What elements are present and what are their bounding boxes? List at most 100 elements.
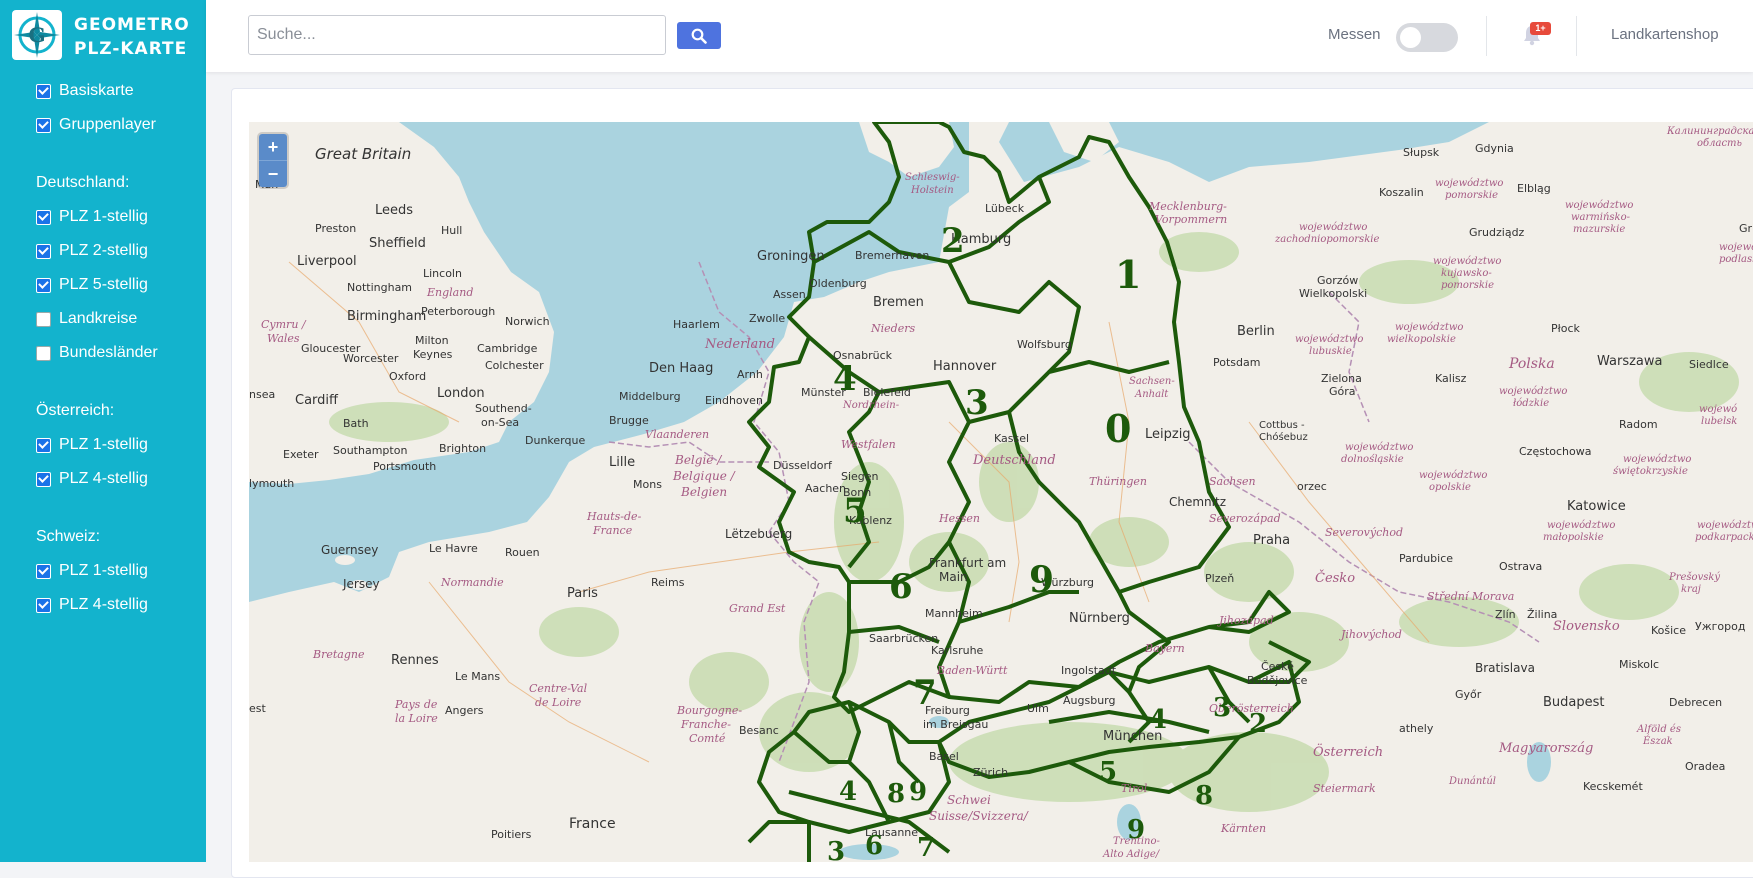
- plz-region-label: 9: [909, 777, 927, 807]
- plz-region-label: 3: [1213, 693, 1231, 723]
- map-label: podlask: [1719, 254, 1753, 265]
- map-label: Leipzig: [1145, 427, 1191, 442]
- checkbox-checked[interactable]: [36, 243, 51, 259]
- map-label: orzec: [1297, 480, 1327, 493]
- map-label: Zlín: [1495, 608, 1516, 621]
- map-label: Anhalt: [1134, 389, 1169, 400]
- map-label: Zielona: [1321, 372, 1362, 385]
- checkbox-checked[interactable]: [36, 117, 51, 133]
- plz-region-label: 8: [1195, 781, 1213, 811]
- map-label: województwo: [1345, 442, 1413, 453]
- map-label: Normandie: [440, 576, 504, 589]
- map-label: lubuskie: [1309, 346, 1352, 357]
- map-label: lymouth: [249, 477, 294, 490]
- map-label: im Breisgau: [923, 718, 988, 731]
- map-label: Észak: [1642, 735, 1673, 747]
- brand[interactable]: G GEOMETRO PLZ-KARTE: [12, 10, 202, 60]
- map-label: Alföld és: [1636, 724, 1681, 735]
- layer-de-plz-2[interactable]: PLZ 2-stellig: [36, 234, 158, 268]
- map-label: Elbląg: [1517, 182, 1551, 195]
- layer-de-landkreise[interactable]: Landkreise: [36, 302, 158, 336]
- checkbox-checked[interactable]: [36, 597, 51, 613]
- checkbox-checked[interactable]: [36, 83, 51, 99]
- map-label: Portsmouth: [373, 460, 436, 473]
- zoom-in-button[interactable]: +: [259, 134, 287, 160]
- toggle-knob: [1400, 27, 1421, 48]
- map-label: Hull: [441, 224, 462, 237]
- layer-label: Gruppenlayer: [59, 116, 156, 133]
- map-label: Góra: [1329, 385, 1356, 398]
- map-label: lubelsk: [1701, 416, 1737, 427]
- checkbox-checked[interactable]: [36, 209, 51, 225]
- checkbox-checked[interactable]: [36, 563, 51, 579]
- map-label: London: [437, 386, 485, 401]
- map-label: Eindhoven: [705, 394, 763, 407]
- map-label: Schwei: [947, 793, 991, 807]
- map-label: Kecskemét: [1583, 780, 1643, 793]
- map-label: Polska: [1508, 356, 1555, 372]
- map-label: zachodniopomorskie: [1274, 234, 1379, 245]
- notification-badge: 1+: [1530, 22, 1551, 35]
- layer-gruppenlayer[interactable]: Gruppenlayer: [36, 108, 158, 142]
- layer-label: Landkreise: [59, 310, 138, 327]
- plz-region-label: 5: [1099, 757, 1117, 787]
- zoom-out-button[interactable]: −: [259, 160, 287, 187]
- map-label: Grand Est: [729, 602, 786, 615]
- search-button[interactable]: [677, 22, 721, 49]
- map-label: Steiermark: [1313, 782, 1376, 795]
- map-label: Калининградская: [1666, 126, 1753, 137]
- map-label: Kassel: [994, 432, 1029, 445]
- map-label: pomorskie: [1445, 190, 1498, 201]
- map-label: Prešovský: [1668, 572, 1720, 583]
- layer-de-plz-5[interactable]: PLZ 5-stellig: [36, 268, 158, 302]
- map-label: Norwich: [505, 315, 550, 328]
- map-label: Besanc: [739, 724, 779, 737]
- plz-region-label: 2: [1249, 709, 1267, 739]
- map-label: Nieders: [870, 322, 915, 335]
- layer-de-bundeslaender[interactable]: Bundesländer: [36, 336, 158, 370]
- map-canvas[interactable]: Great Britain Leeds Preston Hull Sheffie…: [249, 122, 1753, 862]
- map-label: województwo: [1395, 322, 1463, 333]
- layer-label: PLZ 2-stellig: [59, 242, 148, 259]
- map-label: Wolfsburg: [1017, 338, 1072, 351]
- plz-region-label: 9: [1127, 815, 1145, 845]
- layer-at-plz-1[interactable]: PLZ 1-stellig: [36, 428, 158, 462]
- map-label: Vorpommern: [1155, 213, 1227, 226]
- map-label: Mecklenburg-: [1148, 200, 1227, 213]
- brand-title: GEOMETRO PLZ-KARTE: [74, 13, 190, 61]
- map-label: Dunkerque: [525, 434, 585, 447]
- checkbox-checked[interactable]: [36, 277, 51, 293]
- map-label: Sachsen: [1209, 475, 1256, 488]
- map-label: Radom: [1619, 418, 1658, 431]
- map-label: Cardiff: [295, 393, 339, 408]
- layer-de-plz-1[interactable]: PLZ 1-stellig: [36, 200, 158, 234]
- map-label: Ужгород: [1695, 620, 1746, 633]
- layer-at-plz-4[interactable]: PLZ 4-stellig: [36, 462, 158, 496]
- divider: [1576, 16, 1577, 56]
- map-label: Bayern: [1144, 642, 1185, 655]
- checkbox-checked[interactable]: [36, 437, 51, 453]
- layer-basiskarte[interactable]: Basiskarte: [36, 74, 158, 108]
- map-label: Grudziądz: [1469, 226, 1525, 239]
- map-label: Płock: [1551, 322, 1581, 335]
- map-label: France: [592, 524, 633, 537]
- map-label: Zürich: [973, 766, 1008, 779]
- measure-toggle[interactable]: [1396, 23, 1458, 52]
- checkbox-checked[interactable]: [36, 471, 51, 487]
- layer-ch-plz-1[interactable]: PLZ 1-stellig: [36, 554, 158, 588]
- map-label: Rennes: [391, 653, 439, 668]
- map-label: Ulm: [1027, 702, 1049, 715]
- plz-region-label: 6: [889, 567, 913, 607]
- map-label: Bourgogne-: [676, 704, 742, 717]
- shop-link[interactable]: Landkartenshop: [1611, 26, 1719, 43]
- map-view[interactable]: Great Britain Leeds Preston Hull Sheffie…: [249, 122, 1753, 862]
- search-input[interactable]: [248, 15, 666, 55]
- map-label: Cymru /: [261, 318, 307, 331]
- plz-region-label: 2: [941, 221, 965, 261]
- checkbox-unchecked[interactable]: [36, 311, 51, 327]
- layer-ch-plz-4[interactable]: PLZ 4-stellig: [36, 588, 158, 622]
- checkbox-unchecked[interactable]: [36, 345, 51, 361]
- map-label: Oxford: [389, 370, 426, 383]
- map-label: Budějovice: [1247, 674, 1308, 687]
- map-label: województwo: [1547, 520, 1615, 531]
